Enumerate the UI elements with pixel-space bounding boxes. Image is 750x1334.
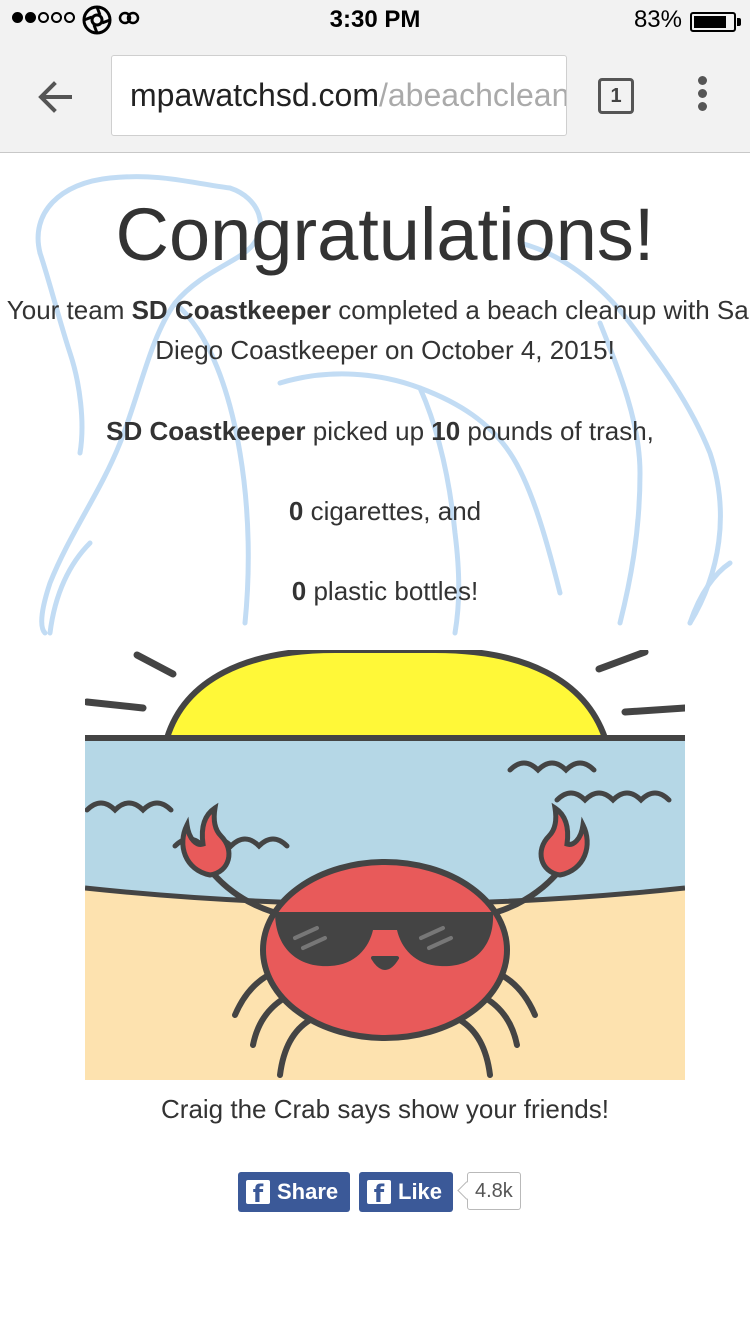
tab-switcher-button[interactable]: 1 [598,78,634,114]
share-label: Share [277,1179,339,1204]
cigarettes-value: 0 [288,496,304,526]
cigarettes-summary: 0 cigarettes, and [0,491,750,531]
team-intro-text: Your team [6,295,132,325]
bottles-text: plastic bottles! [306,576,479,606]
battery-cap [737,18,741,26]
pounds-value: 10 [431,416,461,446]
facebook-logo-icon: f [367,1180,391,1204]
facebook-like-button[interactable]: f Like [359,1172,453,1212]
battery-percent: 83% [633,6,682,33]
cigarettes-text: cigarettes, and [303,496,482,526]
back-arrow-icon[interactable] [30,70,84,124]
picked-up-text: picked up [305,416,432,446]
like-label: Like [398,1179,443,1204]
address-bar[interactable]: mpawatchsd.com/abeachcleanup [111,55,567,136]
status-bar: 3:30 PM 83% [0,0,750,40]
team-name-repeat: SD Coastkeeper [106,416,306,446]
pounds-text: pounds of trash, [460,416,654,446]
caption: Craig the Crab says show your friends! [161,1094,609,1124]
completion-message: Your team SD Coastkeeper completed a bea… [0,290,750,370]
crab-illustration [85,650,685,1080]
facebook-logo-icon: f [246,1180,270,1204]
like-count-bubble: 4.8k [467,1172,521,1210]
browser-toolbar: mpawatchsd.com/abeachcleanup 1 [0,40,750,153]
trash-summary: SD Coastkeeper picked up 10 pounds of tr… [0,411,750,451]
url-domain: mpawatchsd.com [130,77,379,113]
social-buttons: f Share f Like 4.8k [238,1172,521,1212]
bottles-summary: 0 plastic bottles! [0,571,750,611]
overflow-menu-icon[interactable] [690,76,714,116]
page-title: Congratulations! [115,193,655,276]
battery-icon [690,12,736,32]
team-name: SD Coastkeeper [131,295,332,325]
url-path: /abeachcleanup [378,77,567,113]
bottles-value: 0 [291,576,307,606]
facebook-share-button[interactable]: f Share [238,1172,350,1212]
